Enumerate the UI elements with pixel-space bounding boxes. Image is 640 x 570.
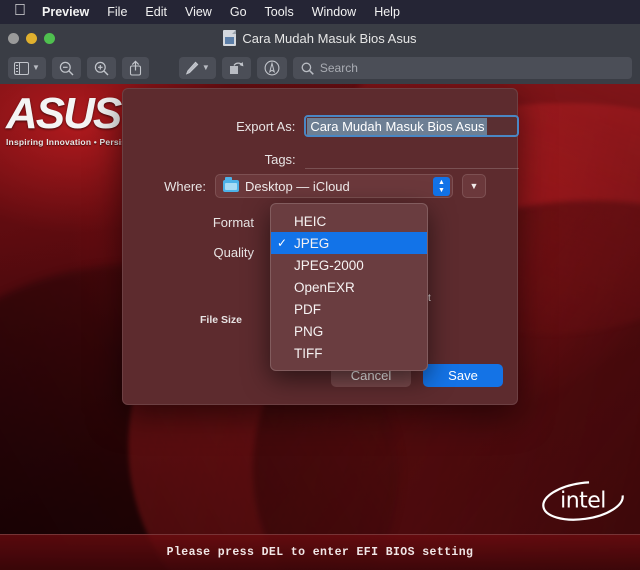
menu-option-png[interactable]: PNG bbox=[271, 320, 427, 342]
menu-option-label: OpenEXR bbox=[294, 279, 355, 295]
menu-item-preview[interactable]: Preview bbox=[40, 5, 98, 19]
menu-option-jpeg-2000[interactable]: JPEG-2000 bbox=[271, 254, 427, 276]
menu-option-pdf[interactable]: PDF bbox=[271, 298, 427, 320]
search-placeholder: Search bbox=[319, 61, 358, 75]
file-size-label: File Size bbox=[199, 314, 242, 326]
menu-option-openexr[interactable]: OpenEXR bbox=[271, 276, 427, 298]
share-icon bbox=[129, 60, 141, 76]
menu-item-go[interactable]: Go bbox=[221, 5, 256, 19]
sidebar-button[interactable]: ▼ bbox=[8, 57, 46, 79]
menu-option-tiff[interactable]: TIFF bbox=[271, 342, 427, 364]
window-title-group: Cara Mudah Masuk Bios Asus bbox=[0, 24, 640, 52]
checkmark-icon: ✓ bbox=[277, 236, 288, 250]
menu-option-label: HEIC bbox=[294, 213, 327, 229]
menu-item-edit[interactable]: Edit bbox=[136, 5, 176, 19]
menu-item-tools[interactable]: Tools bbox=[256, 5, 303, 19]
menu-option-label: PDF bbox=[294, 301, 321, 317]
bios-status-bar: Please press DEL to enter EFI BIOS setti… bbox=[0, 534, 640, 570]
tags-input[interactable] bbox=[304, 149, 519, 169]
annotate-icon bbox=[264, 60, 280, 76]
chevron-up-glyph: ▲ bbox=[438, 178, 445, 186]
rotate-icon bbox=[229, 62, 244, 74]
apple-icon[interactable]:  bbox=[14, 3, 26, 19]
menu-item-view[interactable]: View bbox=[176, 5, 221, 19]
share-button[interactable] bbox=[121, 57, 149, 79]
chevron-down-glyph: ▼ bbox=[438, 186, 445, 194]
format-dropdown-menu: HEIC ✓ JPEG JPEG-2000 OpenEXR PDF PNG TI… bbox=[270, 203, 428, 371]
menu-bar:  Preview File Edit View Go Tools Window… bbox=[0, 0, 640, 24]
intel-logo: intel bbox=[540, 479, 626, 523]
annotate-button[interactable] bbox=[256, 57, 287, 79]
folder-icon bbox=[223, 177, 239, 192]
menu-option-heic[interactable]: HEIC bbox=[271, 210, 427, 232]
zoom-out-icon bbox=[59, 61, 74, 75]
chevron-down-icon: ▼ bbox=[32, 63, 40, 72]
zoom-in-icon bbox=[94, 61, 109, 75]
menu-option-label: TIFF bbox=[294, 345, 323, 361]
quality-label: Quality bbox=[213, 245, 254, 260]
sidebar-icon bbox=[14, 61, 29, 75]
tags-label: Tags: bbox=[264, 151, 296, 167]
toolbar: ▼ ▼ Search bbox=[0, 52, 640, 84]
format-label: Format bbox=[212, 215, 254, 230]
window-title: Cara Mudah Masuk Bios Asus bbox=[242, 30, 417, 46]
document-icon bbox=[223, 30, 237, 46]
export-as-input[interactable]: Cara Mudah Masuk Bios Asus bbox=[304, 115, 519, 137]
menu-option-jpeg[interactable]: ✓ JPEG bbox=[271, 232, 427, 254]
stepper-updown-icon[interactable]: ▲ ▼ bbox=[433, 177, 450, 196]
expand-browser-button[interactable]: ▼ bbox=[462, 174, 486, 198]
menu-item-help[interactable]: Help bbox=[365, 5, 409, 19]
where-label: Where: bbox=[164, 178, 206, 194]
where-popup-button[interactable]: Desktop — iCloud ▲ ▼ bbox=[215, 174, 453, 198]
markup-pen-icon bbox=[185, 61, 199, 75]
search-icon bbox=[301, 62, 314, 75]
chevron-down-icon: ▼ bbox=[201, 63, 210, 72]
title-bar: Cara Mudah Masuk Bios Asus bbox=[0, 24, 640, 52]
save-button[interactable]: Save bbox=[423, 364, 503, 387]
bios-status-text: Please press DEL to enter EFI BIOS setti… bbox=[166, 546, 474, 559]
search-input[interactable]: Search bbox=[292, 57, 632, 79]
menu-item-window[interactable]: Window bbox=[303, 5, 365, 19]
menu-item-file[interactable]: File bbox=[98, 5, 136, 19]
zoom-out-button[interactable] bbox=[51, 57, 81, 79]
menu-option-label: JPEG bbox=[294, 235, 330, 251]
menu-option-label: JPEG-2000 bbox=[294, 257, 364, 273]
export-as-row: Export As: Cara Mudah Masuk Bios Asus bbox=[123, 115, 519, 137]
zoom-in-button[interactable] bbox=[86, 57, 116, 79]
export-as-label: Export As: bbox=[236, 118, 296, 134]
chevron-down-icon: ▼ bbox=[469, 181, 479, 191]
menu-option-label: PNG bbox=[294, 323, 324, 339]
markup-button[interactable]: ▼ bbox=[178, 57, 216, 79]
rotate-button[interactable] bbox=[221, 57, 251, 79]
where-value: Desktop — iCloud bbox=[245, 178, 350, 194]
tags-row: Tags: bbox=[123, 149, 519, 169]
export-as-value: Cara Mudah Masuk Bios Asus bbox=[307, 117, 488, 135]
where-row: Where: Desktop — iCloud ▲ ▼ ▼ bbox=[123, 174, 519, 198]
screen:  Preview File Edit View Go Tools Window… bbox=[0, 0, 640, 570]
intel-wordmark: intel bbox=[560, 488, 606, 514]
